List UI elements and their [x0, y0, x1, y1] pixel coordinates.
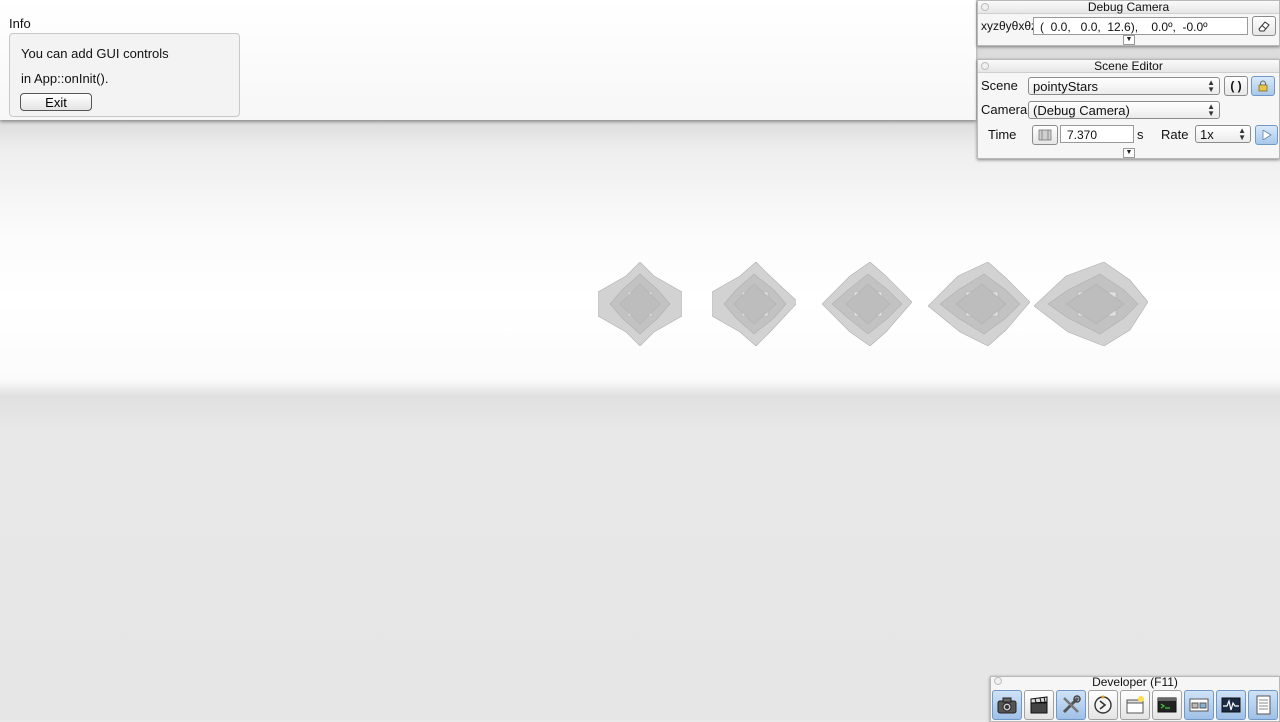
profiler-tool-button[interactable] — [1216, 690, 1246, 720]
log-tool-button[interactable] — [1248, 690, 1278, 720]
developer-window: Developer (F11) — [990, 676, 1280, 722]
time-unit: s — [1137, 127, 1144, 142]
tools-tool-button[interactable] — [1056, 690, 1086, 720]
xyz-label: xyzθyθxθz — [981, 19, 1038, 33]
camera-icon — [997, 697, 1017, 714]
play-button[interactable] — [1255, 125, 1278, 145]
time-label: Time — [988, 127, 1017, 142]
close-icon[interactable] — [994, 677, 1002, 685]
scene-editor-window: Scene Editor Scene pointyStars ▲ ▼ ( ) Ca… — [977, 59, 1280, 159]
debug-camera-collapse-icon[interactable]: ▼ — [1123, 35, 1135, 45]
rate-label: Rate — [1161, 127, 1189, 142]
select-arrows-icon: ▲ ▼ — [1207, 102, 1215, 118]
scene-select-value: pointyStars — [1033, 79, 1099, 94]
pointy-star-2 — [712, 262, 796, 346]
camera-position-field[interactable]: ( 0.0, 0.0, 12.6), 0.0º, -0.0º — [1033, 17, 1248, 35]
rate-select[interactable]: 1x ▲ ▼ — [1195, 125, 1251, 143]
speedometer-icon — [1094, 695, 1112, 714]
rewind-icon — [1038, 129, 1052, 141]
close-icon[interactable] — [981, 3, 989, 11]
scene-label: Scene — [981, 78, 1018, 93]
developer-titlebar[interactable]: Developer (F11) — [991, 675, 1279, 689]
tools-icon — [1062, 695, 1081, 714]
terminal-icon — [1157, 697, 1177, 713]
scene-select[interactable]: pointyStars ▲ ▼ — [1028, 77, 1220, 95]
camera-tool-button[interactable] — [992, 690, 1022, 720]
rate-select-value: 1x — [1200, 127, 1214, 142]
console-tool-button[interactable] — [1152, 690, 1182, 720]
scene-editor-titlebar[interactable]: Scene Editor — [978, 60, 1279, 73]
scene-editor-title: Scene Editor — [1094, 59, 1163, 73]
pointy-star-5 — [1034, 262, 1148, 346]
lock-scene-button[interactable] — [1251, 76, 1275, 96]
log-icon — [1256, 695, 1271, 715]
play-icon — [1262, 129, 1272, 141]
info-title: Info — [9, 16, 31, 31]
scene-editor-collapse-icon[interactable]: ▼ — [1123, 148, 1135, 158]
camera-label: Camera — [981, 102, 1028, 117]
close-icon[interactable] — [981, 62, 989, 70]
info-pane: Info You can add GUI controls in App::on… — [0, 0, 976, 120]
new-window-tool-button[interactable] — [1120, 690, 1150, 720]
pointy-star-1 — [598, 262, 682, 346]
developer-title: Developer (F11) — [1092, 675, 1178, 689]
info-text-line-1: You can add GUI controls — [21, 46, 169, 61]
select-arrows-icon: ▲ ▼ — [1238, 126, 1246, 142]
pointy-star-3 — [822, 262, 912, 346]
info-text-line-2: in App::onInit(). — [21, 71, 109, 86]
scene-editor-tool-button[interactable] — [1024, 690, 1054, 720]
new-window-icon — [1126, 696, 1144, 714]
exit-button[interactable]: Exit — [20, 93, 92, 111]
scene-graph-tool-button[interactable] — [1184, 690, 1214, 720]
clapperboard-icon — [1030, 696, 1048, 714]
lock-icon — [1258, 80, 1268, 92]
camera-select-value: (Debug Camera) — [1033, 103, 1130, 118]
scene-graph-icon — [1189, 698, 1209, 712]
debug-camera-window: Debug Camera xyzθyθxθz ( 0.0, 0.0, 12.6)… — [977, 0, 1280, 46]
select-arrows-icon: ▲ ▼ — [1207, 78, 1215, 94]
camera-select[interactable]: (Debug Camera) ▲ ▼ — [1028, 101, 1220, 119]
debug-camera-title: Debug Camera — [1087, 0, 1170, 14]
pointy-star-4 — [928, 262, 1030, 346]
speed-tool-button[interactable] — [1088, 690, 1118, 720]
profiler-icon — [1221, 697, 1241, 713]
eraser-icon — [1258, 21, 1270, 32]
reload-icon: ( ) — [1230, 79, 1242, 93]
time-field[interactable]: 7.370 — [1060, 125, 1134, 143]
copy-camera-button[interactable] — [1252, 16, 1276, 36]
reset-time-button[interactable] — [1032, 125, 1058, 145]
reload-scene-button[interactable]: ( ) — [1224, 76, 1248, 96]
info-box: You can add GUI controls in App::onInit(… — [9, 33, 240, 117]
debug-camera-titlebar[interactable]: Debug Camera — [978, 1, 1279, 14]
